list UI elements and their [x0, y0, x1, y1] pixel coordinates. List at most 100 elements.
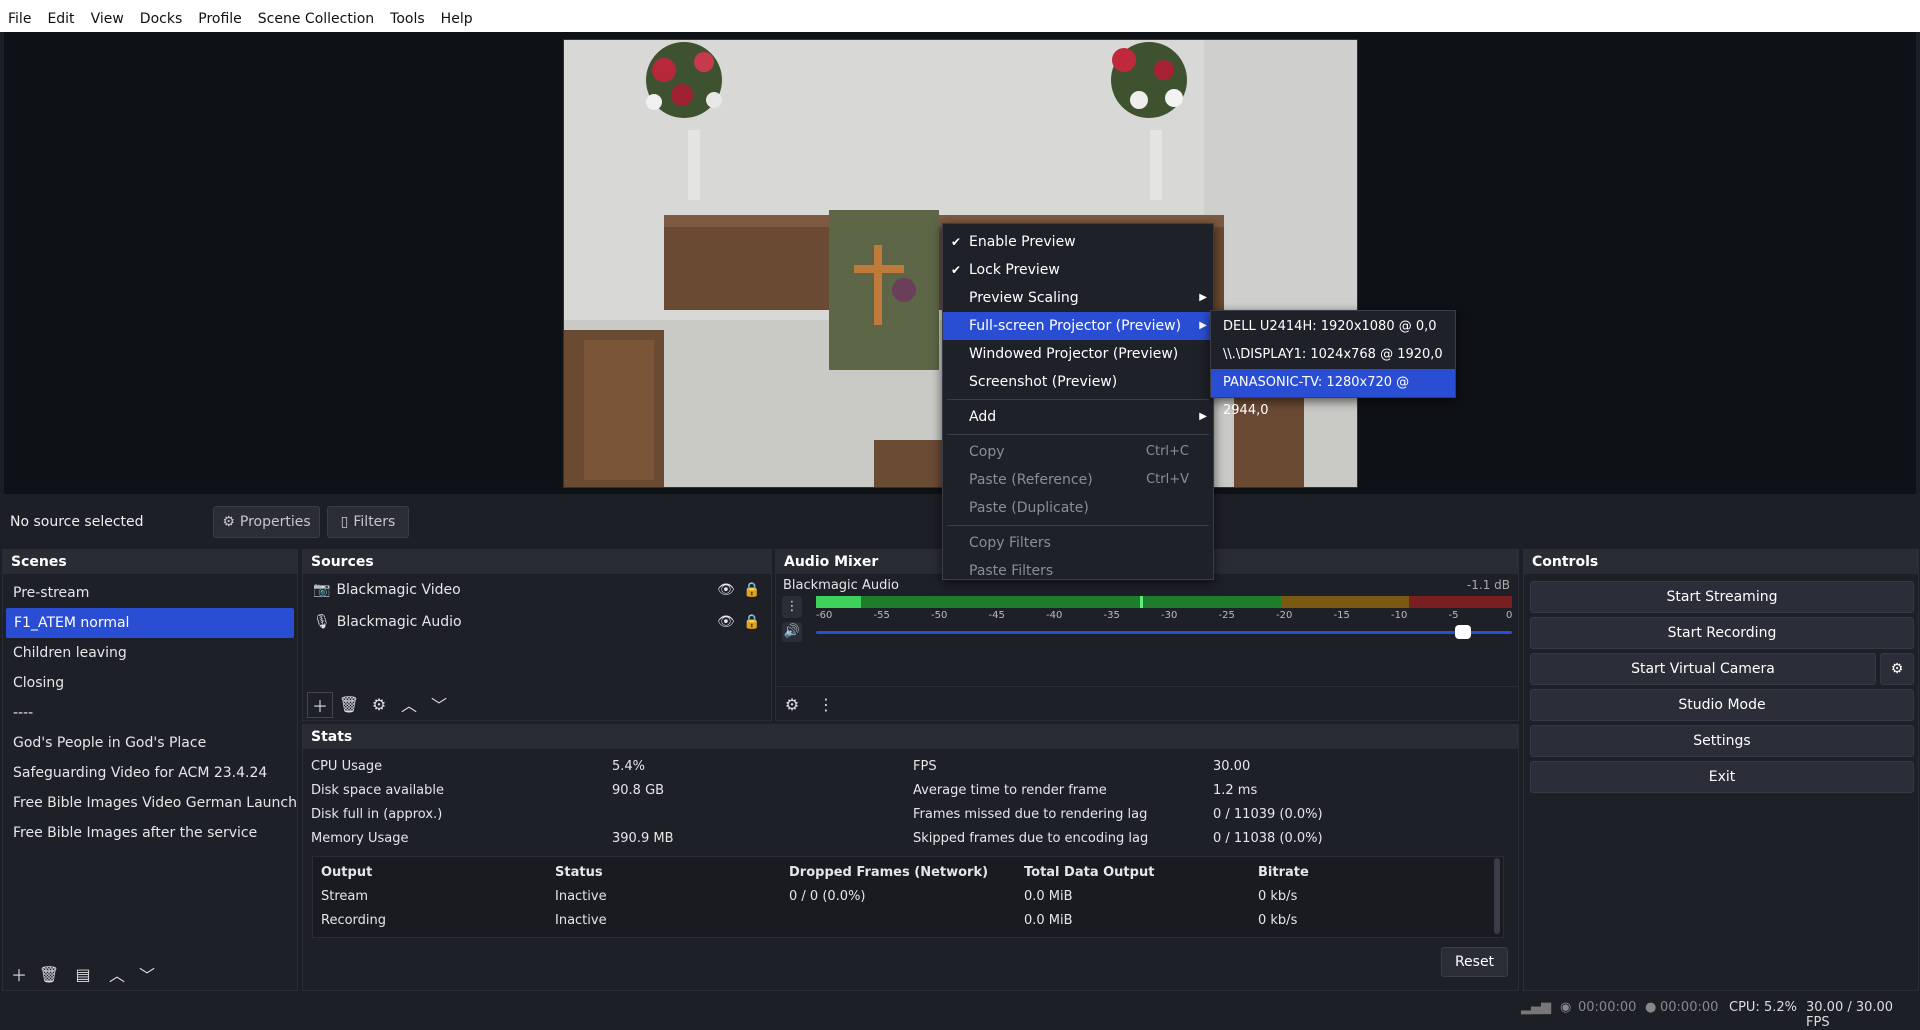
- stat-value: 0 / 11038 (0.0%): [1213, 831, 1323, 846]
- exit-button[interactable]: Exit: [1530, 761, 1914, 793]
- audio-menu-icon[interactable]: ⋮: [782, 596, 802, 618]
- menu-docks[interactable]: Docks: [132, 6, 190, 32]
- studio-mode-button[interactable]: Studio Mode: [1530, 689, 1914, 721]
- audio-settings-icon[interactable]: ⚙: [780, 692, 804, 716]
- add-source-icon[interactable]: ＋: [307, 692, 333, 718]
- start-recording-button[interactable]: Start Recording: [1530, 617, 1914, 649]
- menu-item-paste-duplicate[interactable]: Paste (Duplicate): [943, 494, 1213, 522]
- menu-item-copy-filters[interactable]: Copy Filters: [943, 529, 1213, 557]
- stat-label: Disk full in (approx.): [311, 807, 443, 822]
- settings-button[interactable]: Settings: [1530, 725, 1914, 757]
- scene-item[interactable]: Free Bible Images after the service: [3, 818, 297, 848]
- menu-file[interactable]: File: [0, 6, 39, 32]
- remove-source-icon[interactable]: 🗑: [337, 692, 361, 716]
- move-down-icon[interactable]: ﹀: [135, 962, 159, 986]
- menu-item-preview-scaling[interactable]: Preview Scaling ▶: [943, 284, 1213, 312]
- move-up-icon[interactable]: ︿: [397, 692, 421, 716]
- remove-scene-icon[interactable]: 🗑: [37, 962, 61, 986]
- table-cell: 0.0 MiB: [1024, 913, 1073, 928]
- scene-item[interactable]: ----: [3, 698, 297, 728]
- lock-icon[interactable]: 🔒: [743, 614, 760, 630]
- menu-item-paste-filters[interactable]: Paste Filters: [943, 557, 1213, 585]
- menu-item-lock-preview[interactable]: ✔ Lock Preview: [943, 256, 1213, 284]
- sources-title: Sources: [303, 550, 771, 574]
- menu-item-windowed-projector[interactable]: Windowed Projector (Preview): [943, 340, 1213, 368]
- stat-label: Average time to render frame: [913, 783, 1107, 798]
- submenu-item-display[interactable]: DELL U2414H: 1920x1080 @ 0,0: [1211, 313, 1455, 341]
- menu-item-enable-preview[interactable]: ✔ Enable Preview: [943, 228, 1213, 256]
- menu-item-add[interactable]: Add ▶: [943, 403, 1213, 431]
- eye-icon[interactable]: 👁: [717, 614, 735, 630]
- menu-item-fullscreen-projector[interactable]: Full-screen Projector (Preview) ▶: [943, 312, 1213, 340]
- stat-value: 1.2 ms: [1213, 783, 1258, 798]
- tick-label: -50: [931, 610, 948, 621]
- scene-item[interactable]: Free Bible Images Video German Launch: [3, 788, 297, 818]
- source-item[interactable]: 📷 Blackmagic Video 👁 🔒: [303, 574, 771, 606]
- microphone-icon: 🎙: [313, 614, 331, 630]
- volume-slider-handle[interactable]: [1455, 625, 1472, 639]
- tick-label: -30: [1161, 610, 1178, 621]
- submenu-item-display[interactable]: \\.\DISPLAY1: 1024x768 @ 1920,0: [1211, 341, 1455, 369]
- fps-readout: 30.00 / 30.00 FPS: [1806, 1000, 1894, 1030]
- menu-tools[interactable]: Tools: [382, 6, 433, 32]
- scene-item[interactable]: God's People in God's Place: [3, 728, 297, 758]
- start-streaming-button[interactable]: Start Streaming: [1530, 581, 1914, 613]
- menu-help[interactable]: Help: [433, 6, 481, 32]
- camera-icon: 📷: [313, 582, 331, 598]
- scene-item[interactable]: Pre-stream: [3, 578, 297, 608]
- stat-value: 5.4%: [612, 759, 646, 774]
- move-up-icon[interactable]: ︿: [105, 962, 129, 986]
- submenu-arrow-icon: ▶: [1199, 411, 1207, 422]
- menu-item-screenshot[interactable]: Screenshot (Preview): [943, 368, 1213, 396]
- scene-item[interactable]: Safeguarding Video for ACM 23.4.24: [3, 758, 297, 788]
- audio-meter: [816, 596, 1512, 608]
- scene-item[interactable]: F1_ATEM normal: [6, 608, 294, 638]
- table-cell: Stream: [321, 889, 369, 904]
- virtual-camera-settings-icon[interactable]: ⚙: [1880, 653, 1914, 685]
- check-icon: ✔: [951, 235, 962, 249]
- menu-item-copy[interactable]: Copy Ctrl+C: [943, 438, 1213, 466]
- filters-button[interactable]: ▯ Filters: [327, 506, 409, 538]
- sources-panel: Sources 📷 Blackmagic Video 👁 🔒 🎙 Blackma…: [302, 549, 772, 721]
- source-settings-icon[interactable]: ⚙: [367, 692, 391, 716]
- audio-more-icon[interactable]: ⋮: [814, 692, 838, 716]
- source-item[interactable]: 🎙 Blackmagic Audio 👁 🔒: [303, 606, 771, 638]
- tick-label: -5: [1448, 610, 1459, 621]
- stat-value: 0 / 11039 (0.0%): [1213, 807, 1323, 822]
- tick-label: -40: [1046, 610, 1063, 621]
- check-icon: ✔: [951, 263, 962, 277]
- menu-edit[interactable]: Edit: [39, 6, 82, 32]
- lock-icon[interactable]: 🔒: [743, 582, 760, 598]
- table-cell: Inactive: [555, 889, 607, 904]
- table-scrollbar[interactable]: [1494, 858, 1500, 934]
- add-scene-icon[interactable]: ＋: [7, 962, 31, 986]
- menu-scene-collection[interactable]: Scene Collection: [250, 6, 382, 32]
- scene-item[interactable]: Closing: [3, 668, 297, 698]
- menu-bar: File Edit View Docks Profile Scene Colle…: [0, 6, 1920, 32]
- table-cell: 0 kb/s: [1258, 889, 1298, 904]
- submenu-item-display[interactable]: PANASONIC-TV: 1280x720 @ 2944,0: [1211, 369, 1455, 418]
- no-source-label: No source selected: [10, 514, 144, 530]
- move-down-icon[interactable]: ﹀: [427, 692, 451, 716]
- submenu-arrow-icon: ▶: [1199, 292, 1207, 303]
- record-status-icon: ●: [1645, 1000, 1657, 1015]
- scene-filters-icon[interactable]: ▤: [71, 962, 95, 986]
- start-virtual-camera-button[interactable]: Start Virtual Camera: [1530, 653, 1876, 685]
- menu-item-paste-reference[interactable]: Paste (Reference) Ctrl+V: [943, 466, 1213, 494]
- stat-value: 90.8 GB: [612, 783, 665, 798]
- speaker-icon[interactable]: 🔊: [782, 622, 802, 642]
- tick-label: -55: [873, 610, 890, 621]
- scene-item[interactable]: Children leaving: [3, 638, 297, 668]
- menu-view[interactable]: View: [83, 6, 132, 32]
- eye-icon[interactable]: 👁: [717, 582, 735, 598]
- table-cell: 0 / 0 (0.0%): [789, 889, 866, 904]
- status-bar: ▂▄▆ ◉ 00:00:00 ● 00:00:00 CPU: 5.2% 30.0…: [0, 996, 1920, 1030]
- stream-status-icon: ◉: [1560, 1000, 1572, 1015]
- table-header: Status: [555, 865, 603, 880]
- reset-button[interactable]: Reset: [1441, 947, 1508, 977]
- menu-profile[interactable]: Profile: [190, 6, 250, 32]
- volume-slider[interactable]: [816, 631, 1512, 634]
- table-cell: 0 kb/s: [1258, 913, 1298, 928]
- properties-button[interactable]: ⚙ Properties: [213, 506, 320, 538]
- record-time: 00:00:00: [1660, 1000, 1719, 1015]
